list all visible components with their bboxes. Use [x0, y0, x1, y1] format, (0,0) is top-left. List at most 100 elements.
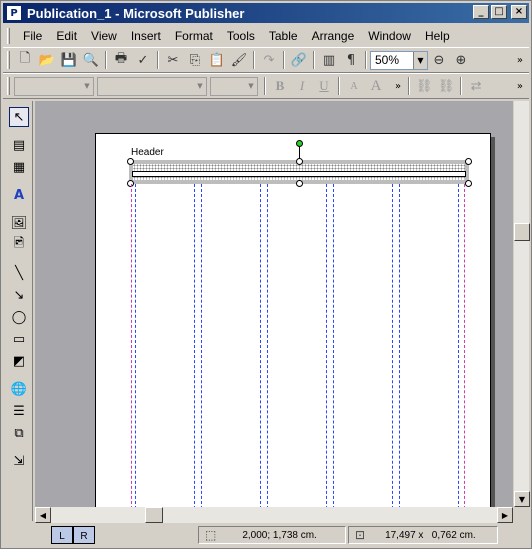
menu-help[interactable]: Help — [418, 27, 457, 45]
zoom-in-icon[interactable]: ⊕ — [450, 49, 472, 71]
column-guide — [135, 184, 136, 507]
rotation-handle[interactable] — [296, 140, 303, 147]
arrow-icon[interactable]: ↘ — [9, 285, 29, 305]
insert-table-icon[interactable]: ▦ — [9, 157, 29, 177]
italic-icon[interactable]: I — [291, 75, 313, 97]
object-position-panel: ⬚ 2,000; 1,738 cm. — [198, 526, 346, 544]
resize-handle[interactable] — [296, 180, 303, 187]
link-icon[interactable]: ⛓ — [413, 75, 435, 97]
search-file-icon[interactable]: 🔍 — [80, 49, 102, 71]
maximize-button[interactable]: □ — [491, 5, 507, 19]
increase-font-icon[interactable]: A — [365, 75, 387, 97]
vertical-scrollbar[interactable]: ▼ — [513, 101, 530, 507]
chevron-down-icon: ▼ — [84, 82, 90, 90]
resize-handle[interactable] — [127, 158, 134, 165]
pilcrow-icon[interactable]: ¶ — [340, 49, 362, 71]
resize-handle[interactable] — [465, 180, 472, 187]
font-size-select[interactable]: ▼ — [210, 76, 258, 96]
menu-window[interactable]: Window — [361, 27, 418, 45]
toolbar-grip[interactable] — [7, 51, 10, 69]
toolbar-grip[interactable] — [7, 77, 10, 95]
status-bar: L R ⬚ 2,000; 1,738 cm. ⊡ 17,497 x 0,762 … — [3, 523, 529, 547]
toolbar-overflow-icon[interactable]: » — [517, 81, 523, 92]
print-icon[interactable]: 🖶 — [110, 49, 132, 71]
text-direction-icon[interactable]: ⇄ — [465, 75, 487, 97]
object-size-panel: ⊡ 17,497 x 0,762 cm. — [348, 526, 498, 544]
horizontal-scrollbar[interactable]: ◀ ▶ — [35, 507, 513, 523]
menu-view[interactable]: View — [84, 27, 124, 45]
redo-icon[interactable]: ↷ — [258, 49, 280, 71]
resize-handle[interactable] — [296, 158, 303, 165]
page-tab-left[interactable]: L — [51, 526, 73, 544]
toolbar-overflow-icon[interactable]: » — [517, 55, 523, 66]
design-gallery-icon[interactable]: ⇲ — [9, 451, 29, 471]
spelling-icon[interactable]: ✓ — [132, 49, 154, 71]
column-guide — [392, 184, 393, 507]
open-folder-icon[interactable]: 📂 — [36, 49, 58, 71]
copy-icon[interactable]: ⎘ — [184, 49, 206, 71]
menu-insert[interactable]: Insert — [124, 27, 168, 45]
zoom-select[interactable]: 50% ▼ — [370, 50, 428, 70]
text-box-icon[interactable]: ▤ — [9, 135, 29, 155]
title-bar: P Publication_1 - Microsoft Publisher _ … — [3, 3, 529, 23]
form-control-icon[interactable]: ☰ — [9, 401, 29, 421]
horizontal-scroll-thumb[interactable] — [145, 507, 163, 523]
chevron-down-icon: ▼ — [197, 82, 203, 90]
html-fragment-icon[interactable]: ⧉ — [9, 423, 29, 443]
rectangle-icon[interactable]: ▭ — [9, 329, 29, 349]
oval-icon[interactable]: ◯ — [9, 307, 29, 327]
hot-spot-icon[interactable]: 🌐 — [9, 379, 29, 399]
wordart-icon[interactable]: A — [9, 185, 29, 205]
publisher-icon[interactable]: P — [6, 5, 22, 21]
size-icon: ⊡ — [355, 528, 366, 542]
margin-guide — [464, 184, 465, 507]
decrease-font-icon[interactable]: A — [343, 75, 365, 97]
columns-icon[interactable]: ▥ — [318, 49, 340, 71]
menu-bar: File Edit View Insert Format Tools Table… — [3, 25, 529, 47]
pointer-icon[interactable]: ↖ — [9, 107, 29, 127]
vertical-scroll-thumb[interactable] — [514, 223, 530, 241]
picture-icon[interactable]: 🖼 — [9, 213, 29, 233]
close-button[interactable]: × — [511, 5, 527, 19]
menu-tools[interactable]: Tools — [220, 27, 262, 45]
object-size: 17,497 x 0,762 cm. — [385, 529, 476, 541]
clip-art-icon[interactable]: 🖻 — [9, 235, 29, 255]
menu-edit[interactable]: Edit — [49, 27, 84, 45]
insert-hyperlink-icon[interactable]: 🔗 — [288, 49, 310, 71]
toolbar-overflow-icon[interactable]: » — [395, 81, 401, 92]
menu-arrange[interactable]: Arrange — [305, 27, 362, 45]
header-text-area[interactable] — [132, 171, 466, 177]
column-guide — [458, 184, 459, 507]
column-guide — [399, 184, 400, 507]
publication-page[interactable]: Header — [95, 133, 491, 507]
resize-handle[interactable] — [465, 158, 472, 165]
chevron-down-icon[interactable]: ▼ — [413, 51, 427, 69]
formatting-toolbar: ▼ ▼ ▼ B I U A A » ⛓ ⛓ ⇄ » — [3, 73, 529, 99]
scroll-down-button[interactable]: ▼ — [514, 491, 530, 507]
menu-grip[interactable] — [7, 28, 10, 44]
column-guide — [326, 184, 327, 507]
format-painter-icon[interactable]: 🖌 — [228, 49, 250, 71]
menu-table[interactable]: Table — [262, 27, 305, 45]
paste-icon[interactable]: 📋 — [206, 49, 228, 71]
cut-icon[interactable]: ✂ — [162, 49, 184, 71]
column-guide — [267, 184, 268, 507]
bold-icon[interactable]: B — [269, 75, 291, 97]
minimize-button[interactable]: _ — [473, 5, 489, 19]
unlink-icon[interactable]: ⛓ — [435, 75, 457, 97]
publication-workspace[interactable]: Header — [35, 101, 513, 507]
page-tab-right[interactable]: R — [73, 526, 95, 544]
scroll-left-button[interactable]: ◀ — [35, 507, 51, 523]
menu-format[interactable]: Format — [168, 27, 220, 45]
save-icon[interactable]: 💾 — [58, 49, 80, 71]
zoom-out-icon[interactable]: ⊖ — [428, 49, 450, 71]
autoshapes-icon[interactable]: ◩ — [9, 351, 29, 371]
menu-file[interactable]: File — [16, 27, 49, 45]
scroll-right-button[interactable]: ▶ — [497, 507, 513, 523]
position-icon: ⬚ — [205, 528, 217, 542]
style-select[interactable]: ▼ — [14, 76, 94, 96]
font-select[interactable]: ▼ — [97, 76, 207, 96]
underline-icon[interactable]: U — [313, 75, 335, 97]
line-icon[interactable]: ╲ — [9, 263, 29, 283]
new-document-icon[interactable]: 🗋 — [14, 49, 36, 71]
